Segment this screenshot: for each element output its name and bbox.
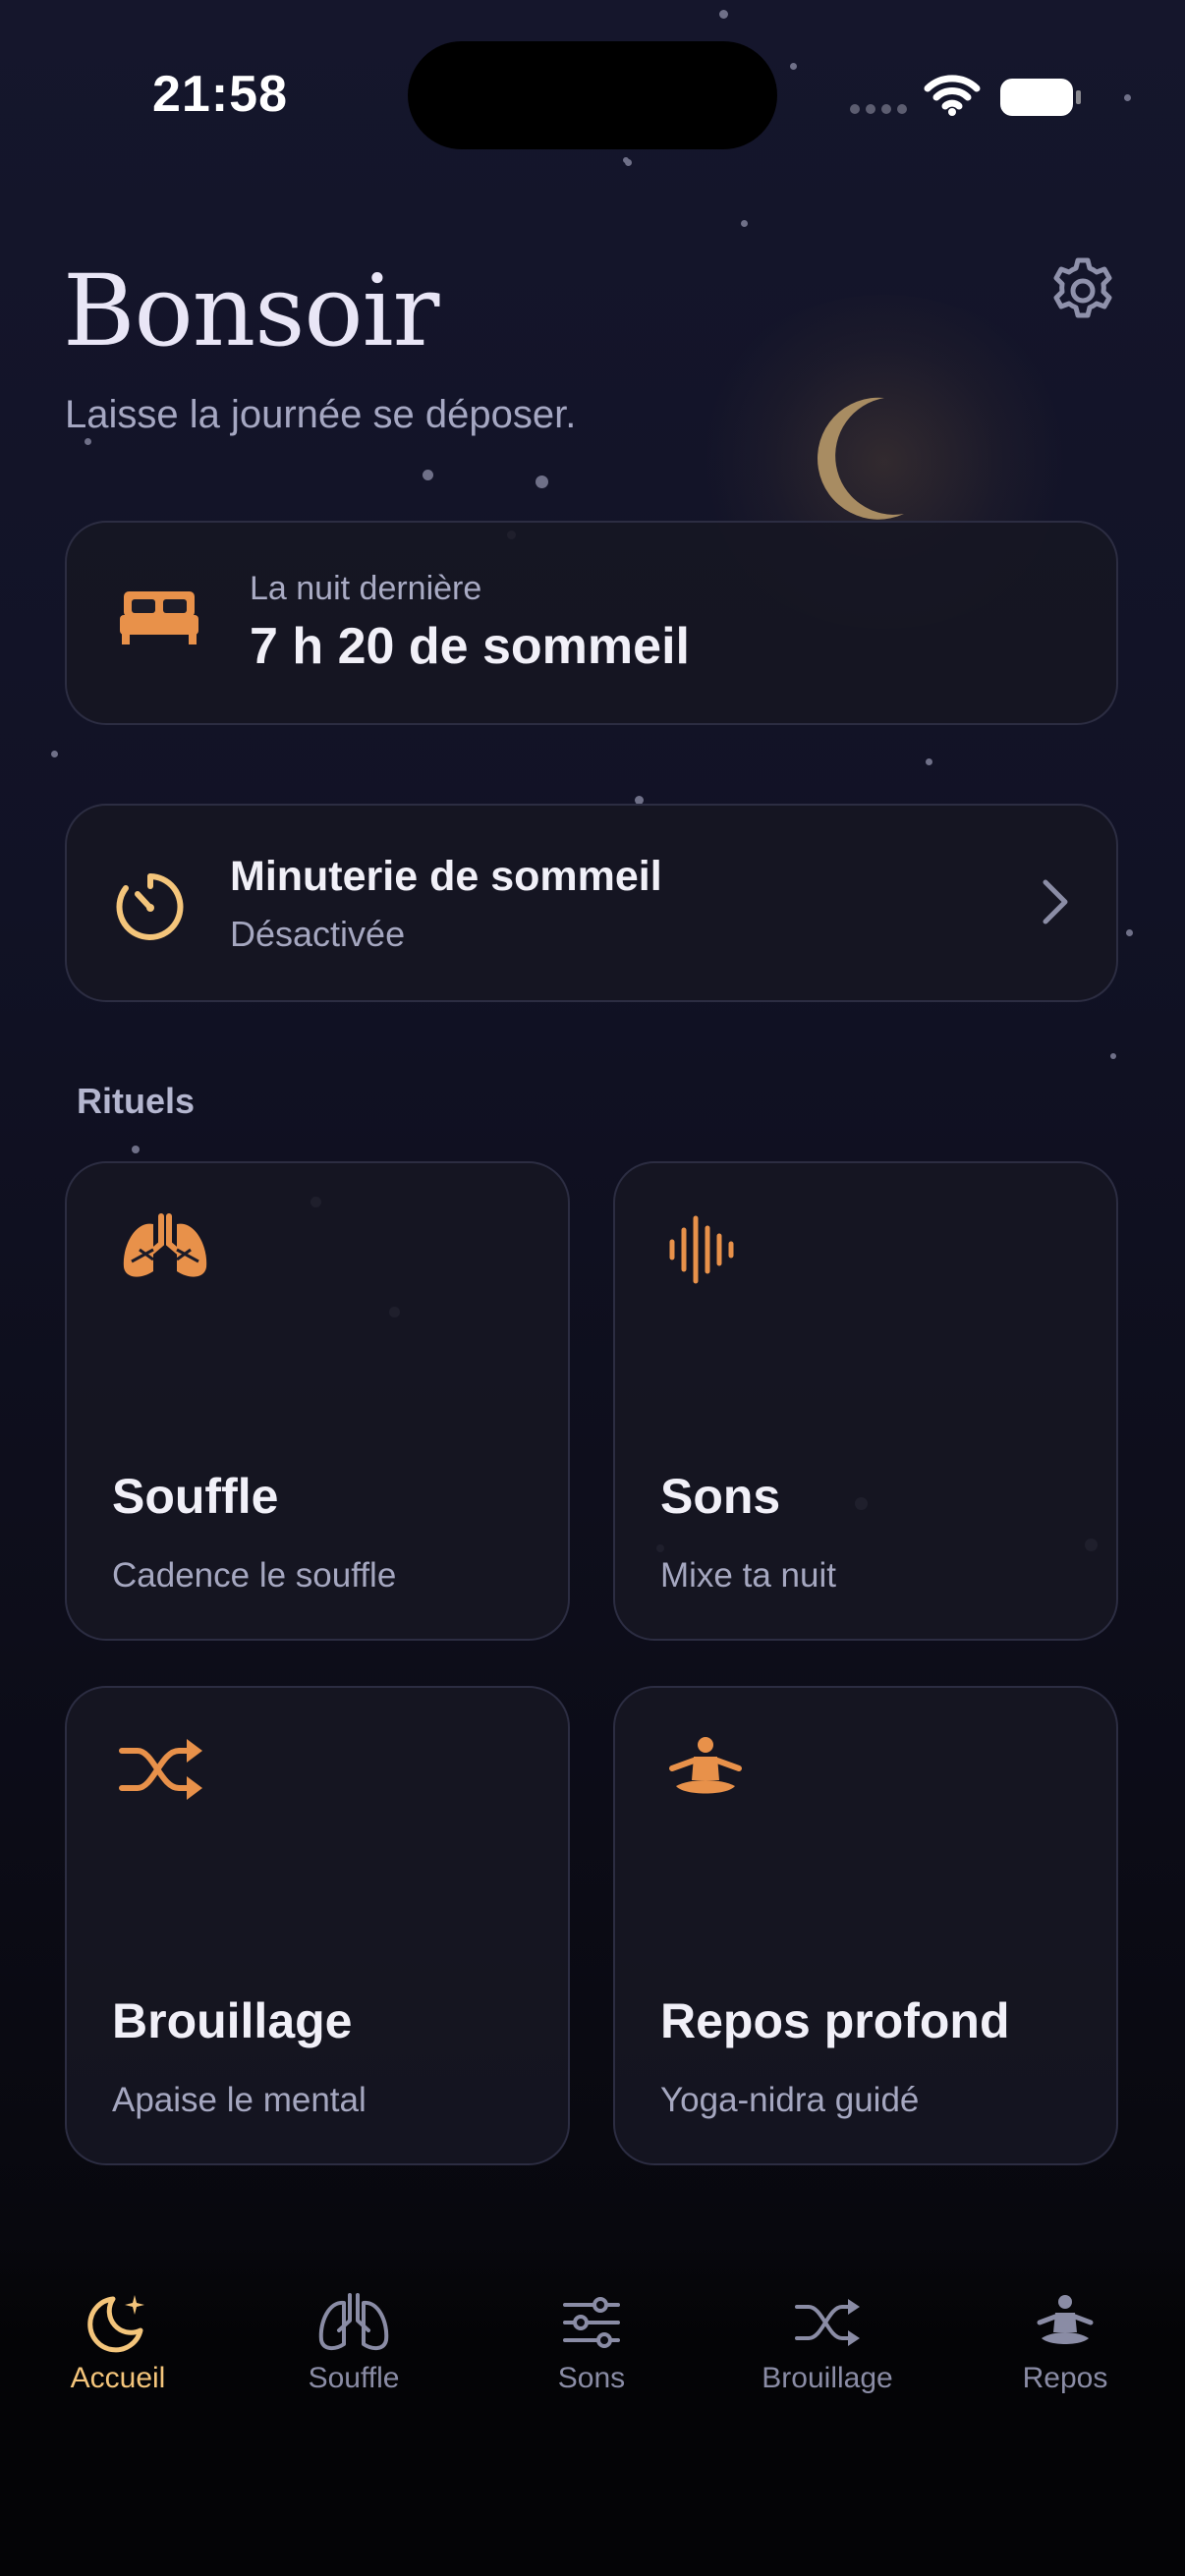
meditation-icon <box>1037 2295 1094 2344</box>
tab-souffle[interactable]: Souffle <box>236 2291 472 2419</box>
tab-label: Brouillage <box>762 2362 893 2394</box>
sleep-timer-title: Minuterie de sommeil <box>230 853 662 900</box>
ritual-title: Repos profond <box>660 1993 1010 2048</box>
timer-icon <box>116 873 184 940</box>
settings-gear-icon[interactable] <box>1047 255 1118 326</box>
page-subtitle: Laisse la journée se déposer. <box>65 393 577 436</box>
tab-label: Souffle <box>308 2362 400 2394</box>
moon-stars-icon <box>87 2295 144 2353</box>
ritual-title: Brouillage <box>112 1993 353 2048</box>
chevron-right-icon <box>1043 879 1068 924</box>
bed-icon <box>120 591 198 644</box>
wifi-icon <box>924 75 981 116</box>
sleep-timer-card[interactable]: Minuterie de sommeil Désactivée <box>65 804 1118 1002</box>
lungs-icon <box>123 1213 207 1277</box>
soundwave-icon <box>669 1215 734 1284</box>
ritual-subtitle: Apaise le mental <box>112 2081 367 2119</box>
ritual-title: Souffle <box>112 1469 279 1524</box>
tab-repos[interactable]: Repos <box>947 2291 1183 2419</box>
status-time: 21:58 <box>152 66 288 123</box>
tab-sons[interactable]: Sons <box>474 2291 709 2419</box>
shuffle-icon <box>119 1739 202 1800</box>
ritual-card-souffle[interactable]: Souffle Cadence le souffle <box>65 1161 570 1641</box>
tab-label: Repos <box>1022 2362 1108 2394</box>
meditation-icon <box>669 1737 742 1794</box>
bottom-tab-bar: Accueil Souffle Sons Brouillage Repos <box>0 2250 1185 2576</box>
dynamic-island <box>408 41 777 149</box>
page-title: Bonsoir <box>63 253 439 368</box>
cellular-signal-icon <box>850 104 907 114</box>
ritual-card-brouillage[interactable]: Brouillage Apaise le mental <box>65 1686 570 2165</box>
lungs-icon <box>318 2293 389 2351</box>
ritual-card-repos-profond[interactable]: Repos profond Yoga-nidra guidé <box>613 1686 1118 2165</box>
rituals-section-label: Rituels <box>77 1081 196 1121</box>
ritual-subtitle: Yoga-nidra guidé <box>660 2081 920 2119</box>
battery-icon <box>1000 79 1081 116</box>
tab-brouillage[interactable]: Brouillage <box>709 2291 945 2419</box>
tab-label: Sons <box>557 2362 626 2394</box>
sliders-icon <box>563 2297 620 2348</box>
shuffle-icon <box>795 2299 860 2346</box>
sleep-timer-status: Désactivée <box>230 914 406 954</box>
last-night-sleep-card[interactable]: La nuit dernière 7 h 20 de sommeil <box>65 521 1118 725</box>
ritual-subtitle: Mixe ta nuit <box>660 1556 836 1595</box>
moon-icon <box>818 397 904 520</box>
ritual-title: Sons <box>660 1469 781 1524</box>
ritual-card-sons[interactable]: Sons Mixe ta nuit <box>613 1161 1118 1641</box>
sleep-summary-label: La nuit dernière <box>250 570 482 607</box>
sleep-summary-value: 7 h 20 de sommeil <box>250 618 690 675</box>
tab-label: Accueil <box>70 2362 166 2394</box>
ritual-subtitle: Cadence le souffle <box>112 1556 397 1595</box>
tab-accueil[interactable]: Accueil <box>0 2291 236 2419</box>
